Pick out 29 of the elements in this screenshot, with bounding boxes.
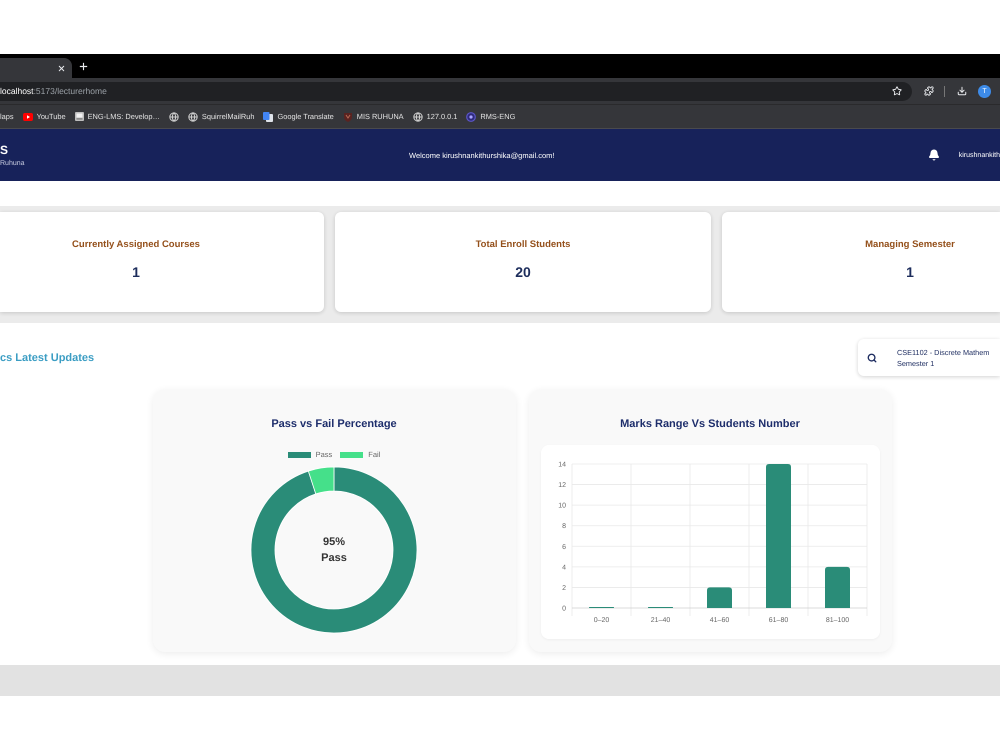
stat-title: Currently Assigned Courses [72, 239, 200, 250]
puzzle-icon[interactable] [924, 86, 934, 96]
emblem-icon [342, 112, 353, 122]
bookmark[interactable] [168, 112, 179, 122]
star-icon[interactable] [892, 86, 902, 96]
bell-icon[interactable] [928, 149, 940, 161]
plus-icon [78, 60, 88, 72]
globe-icon [412, 112, 423, 122]
page-icon [74, 112, 84, 121]
brand-title: S [0, 143, 8, 157]
chart-title: Pass vs Fail Percentage [271, 418, 397, 430]
search-icon [867, 352, 877, 362]
ring-icon [466, 112, 476, 122]
globe-icon [168, 112, 179, 122]
stat-title: Managing Semester [865, 239, 955, 250]
globe-icon [188, 112, 198, 122]
download-icon[interactable] [957, 86, 967, 96]
stat-title: Total Enroll Students [476, 239, 570, 250]
section-heading: cs Latest Updates [0, 352, 94, 364]
center-value: 95% [322, 536, 345, 548]
chart-title: Marks Range Vs Students Number [620, 418, 800, 430]
play-icon [22, 112, 33, 120]
stat-value: 1 [906, 264, 914, 280]
center-caption: Pass [321, 552, 347, 564]
address-bar[interactable]: localhost:5173/lecturerhome [0, 82, 912, 100]
stat-value: 20 [515, 264, 531, 280]
tile-icon [263, 112, 274, 122]
stat-value: 1 [132, 264, 140, 280]
close-icon[interactable] [57, 64, 66, 72]
